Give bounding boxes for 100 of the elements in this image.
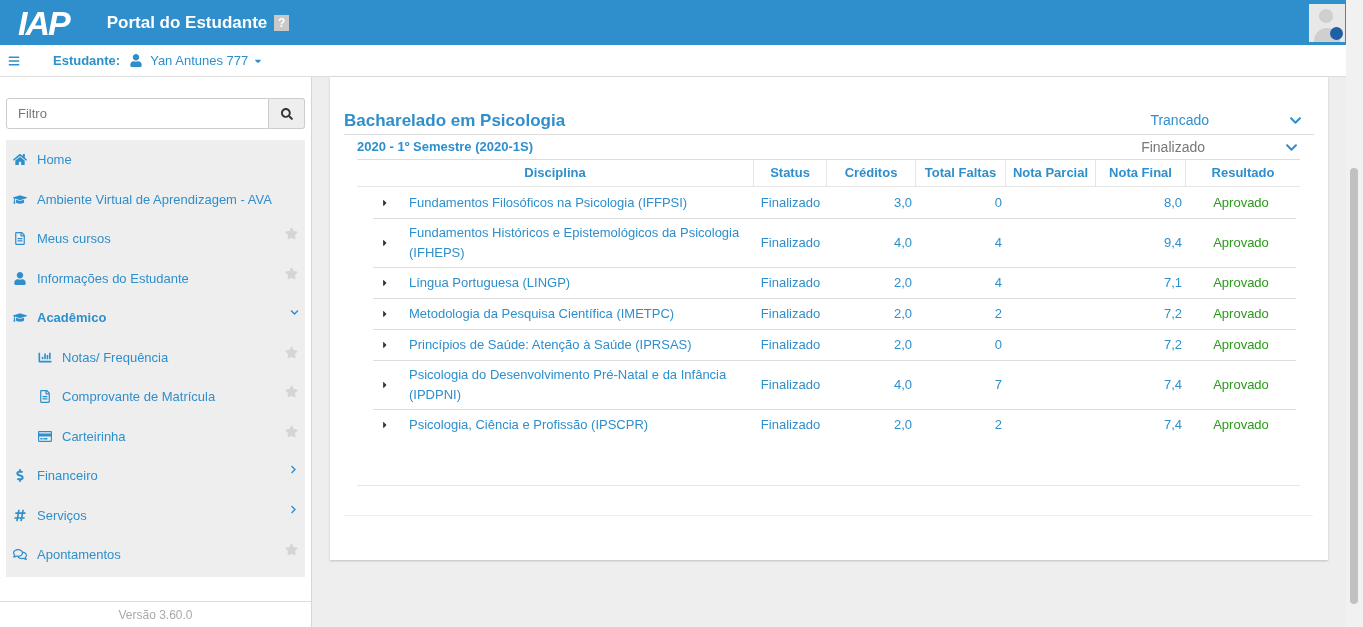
column-header: Status [754, 160, 827, 186]
document-icon [38, 390, 52, 404]
credits-cell-text: 2,0 [892, 336, 913, 355]
status-cell-text: Finalizado [759, 305, 822, 324]
status-cell-text: Finalizado [759, 274, 822, 293]
chevron-icon[interactable] [290, 308, 299, 317]
hash-icon [13, 508, 27, 522]
student-selector[interactable]: Yan Antunes 777 [130, 50, 264, 71]
status-cell-text: Finalizado [759, 336, 822, 355]
status-cell-text: Finalizado [759, 416, 822, 435]
menu-item[interactable]: Carteirinha [6, 416, 305, 456]
star-icon[interactable] [285, 543, 298, 556]
column-header: Resultado [1210, 164, 1276, 183]
menu-item[interactable]: Financeiro [6, 456, 305, 496]
expand-caret-icon[interactable] [381, 380, 389, 390]
absences-cell-text: 0 [993, 193, 1003, 212]
expand-caret-icon[interactable] [381, 278, 389, 288]
search-button[interactable] [269, 98, 305, 129]
search-icon [280, 107, 293, 120]
card-icon [38, 429, 52, 443]
semester-title: 2020 - 1º Semestre (2020-1S) [357, 138, 535, 157]
menu-item[interactable]: Informações do Estudante [6, 258, 305, 298]
document-icon [13, 232, 27, 246]
subject-link[interactable]: Língua Portuguesa (LINGP) [409, 273, 571, 293]
final-grade-cell-text: 7,4 [1162, 376, 1183, 395]
star-icon[interactable] [285, 227, 298, 240]
result-cell-text: Aprovado [1212, 234, 1270, 253]
chevron-icon[interactable] [289, 504, 298, 514]
status-cell-text: Finalizado [759, 376, 822, 395]
help-icon[interactable]: ? [274, 14, 290, 31]
credits-cell-text: 2,0 [892, 305, 913, 324]
column-header: Nota Final [1096, 160, 1186, 186]
version-text: Versão 3.60.0 [118, 606, 193, 624]
filter-field[interactable]: Filtro [6, 98, 269, 129]
column-header: Créditos [827, 160, 916, 186]
menu-item[interactable]: Serviços [6, 495, 305, 535]
credits-cell-text: 4,0 [892, 234, 913, 253]
expand-caret-icon[interactable] [381, 197, 389, 208]
subject-link[interactable]: Metodologia da Pesquisa Científica (IMETPC) [409, 304, 675, 324]
credits-cell-text: 2,0 [892, 274, 913, 293]
menu-item[interactable]: Apontamentos [6, 535, 305, 575]
final-grade-cell-text: 7,2 [1162, 336, 1183, 355]
user-icon [130, 54, 143, 67]
final-grade-cell-text: 7,4 [1162, 416, 1183, 435]
result-cell-text: Aprovado [1212, 193, 1270, 212]
expand-caret-icon[interactable] [381, 238, 389, 248]
menu-item[interactable]: Comprovante de Matrícula [6, 377, 305, 417]
star-icon[interactable] [285, 266, 298, 280]
final-grade-cell-text: 9,4 [1162, 234, 1183, 253]
credits-cell-text: 3,0 [892, 193, 913, 212]
course-status: Trancado [1150, 111, 1209, 130]
expand-caret-icon[interactable] [381, 309, 389, 319]
final-grade-cell-text: 8,0 [1162, 193, 1183, 212]
column-header: Total Faltas [916, 160, 1006, 186]
final-grade-cell-text: 7,1 [1162, 274, 1183, 293]
bar-chart-icon [38, 350, 52, 364]
star-icon[interactable] [285, 424, 298, 438]
menu-icon[interactable] [8, 54, 20, 67]
subject-link[interactable]: Fundamentos Históricos e Epistemológicos da Psicologia (IFHEPS) [409, 223, 754, 263]
absences-cell-text: 2 [993, 305, 1003, 324]
absences-cell-text: 4 [993, 234, 1003, 253]
absences-cell-text: 0 [993, 336, 1003, 355]
logo[interactable]: IAP [18, 5, 69, 40]
menu-item[interactable]: Ambiente Virtual de Aprendizagem - AVA [6, 179, 305, 219]
subject-link[interactable]: Psicologia do Desenvolvimento Pré-Natal e da Infância (IPDPNI) [409, 365, 754, 405]
result-cell-text: Aprovado [1212, 274, 1270, 293]
subject-link[interactable]: Fundamentos Filosóficos na Psicologia (IFFPSI) [409, 192, 688, 213]
status-cell-text: Finalizado [759, 193, 822, 212]
student-label: Estudante: [53, 51, 121, 70]
menu-item[interactable]: Home [6, 140, 305, 180]
absences-cell-text: 2 [993, 416, 1003, 435]
portal-title: Portal do Estudante [106, 11, 268, 34]
expand-caret-icon[interactable] [381, 420, 389, 430]
result-cell-text: Aprovado [1212, 376, 1270, 395]
home-icon [13, 153, 27, 167]
menu-item[interactable]: Acadêmico [6, 298, 305, 338]
graduation-cap-icon [13, 311, 27, 325]
result-cell-text: Aprovado [1212, 336, 1270, 355]
graduation-cap-icon [13, 192, 27, 206]
star-icon[interactable] [285, 345, 298, 359]
chevron-icon[interactable] [1289, 114, 1302, 127]
course-title: Bacharelado em Psicologia [344, 109, 567, 132]
credits-cell-text: 4,0 [892, 376, 913, 395]
menu-item[interactable]: Meus cursos [6, 219, 305, 259]
absences-cell-text: 7 [993, 376, 1003, 395]
chat-icon [13, 548, 27, 562]
column-header: Nota Parcial [1006, 160, 1096, 186]
avatar-icon[interactable] [1309, 3, 1345, 42]
star-icon[interactable] [285, 385, 298, 398]
chevron-icon[interactable] [289, 465, 298, 474]
menu-item[interactable]: Notas/ Frequência [6, 337, 305, 377]
semester-status: Finalizado [1141, 137, 1205, 157]
expand-caret-icon[interactable] [381, 340, 389, 350]
credits-cell-text: 2,0 [892, 416, 913, 435]
subject-link[interactable]: Psicologia, Ciência e Profissão (IPSCPR) [409, 415, 649, 435]
status-cell-text: Finalizado [759, 234, 822, 253]
column-header: Disciplina [357, 160, 754, 186]
result-cell-text: Aprovado [1212, 305, 1270, 324]
subject-link[interactable]: Princípios de Saúde: Atenção à Saúde (IPRSAS) [409, 335, 692, 355]
final-grade-cell-text: 7,2 [1162, 305, 1183, 324]
